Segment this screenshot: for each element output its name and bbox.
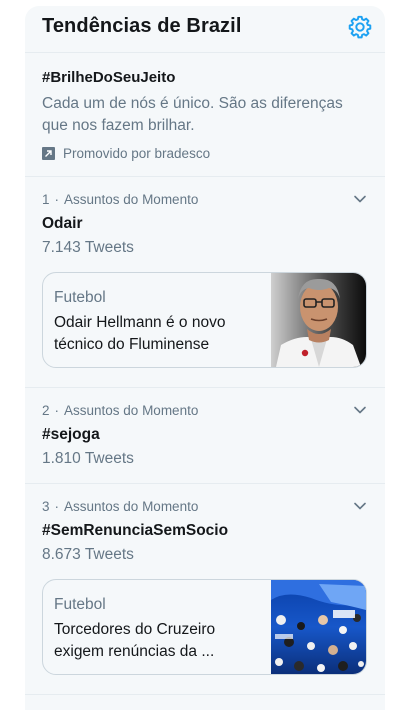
trends-panel: Tendências de Brazil #BrilheDoSeuJeito C…	[25, 6, 385, 710]
gear-icon[interactable]	[347, 14, 373, 40]
trend-tweet-count: 8.673 Tweets	[42, 546, 134, 563]
trend-context: 3 · Assuntos do Momento	[42, 499, 198, 514]
trend-separator: ·	[54, 499, 60, 514]
promoted-trend[interactable]: #BrilheDoSeuJeito Cada um de nós é único…	[25, 53, 385, 177]
news-card-category: Futebol	[54, 596, 106, 613]
chevron-down-icon[interactable]	[352, 191, 368, 207]
trends-title: Tendências de Brazil	[42, 15, 242, 37]
news-card-headline: Torcedores do Cruzeiro exigem renúncias …	[54, 621, 216, 660]
trend-item[interactable]: 3 · Assuntos do Momento #SemRenunciaSemSoc…	[25, 484, 385, 695]
trend-rank: 2	[42, 403, 50, 418]
trend-name[interactable]: Odair	[42, 215, 82, 233]
trend-separator: ·	[54, 192, 60, 207]
trend-context-label: Assuntos do Momento	[64, 192, 199, 207]
trend-tweet-count: 7.143 Tweets	[42, 239, 134, 256]
trend-context: 2 · Assuntos do Momento	[42, 403, 198, 418]
trend-name[interactable]: #SemRenunciaSemSocio	[42, 522, 228, 540]
promoted-by-label: Promovido por bradesco	[42, 146, 210, 161]
trend-item[interactable]: 1 · Assuntos do Momento Odair 7.143 Tweets…	[25, 177, 385, 388]
promoted-by-text: Promovido por bradesco	[63, 146, 211, 161]
trend-rank: 3	[42, 499, 50, 514]
trend-separator: ·	[54, 403, 60, 418]
news-card[interactable]: Futebol Torcedores do Cruzeiro exigem re…	[42, 579, 367, 675]
trend-context-label: Assuntos do Momento	[64, 499, 199, 514]
trends-header: Tendências de Brazil	[25, 6, 385, 53]
trend-rank: 1	[42, 192, 50, 207]
news-card-thumbnail	[271, 580, 366, 674]
promoted-hashtag[interactable]: #BrilheDoSeuJeito	[42, 69, 175, 86]
trend-tweet-count: 1.810 Tweets	[42, 450, 134, 467]
trend-context: 1 · Assuntos do Momento	[42, 192, 198, 207]
promoted-description: Cada um de nós é único. São as diferença…	[42, 95, 343, 134]
chevron-down-icon[interactable]	[352, 498, 368, 514]
chevron-down-icon[interactable]	[352, 402, 368, 418]
news-card-thumbnail	[271, 273, 366, 367]
trend-name[interactable]: #sejoga	[42, 426, 100, 444]
news-card[interactable]: Futebol Odair Hellmann é o novo técnico …	[42, 272, 367, 368]
trend-item[interactable]: 2 · Assuntos do Momento #sejoga 1.810 Twee…	[25, 388, 385, 484]
promoted-arrow-icon	[42, 147, 55, 160]
trend-context-label: Assuntos do Momento	[64, 403, 199, 418]
news-card-headline: Odair Hellmann é o novo técnico do Flumi…	[54, 314, 226, 353]
news-card-category: Futebol	[54, 289, 106, 306]
